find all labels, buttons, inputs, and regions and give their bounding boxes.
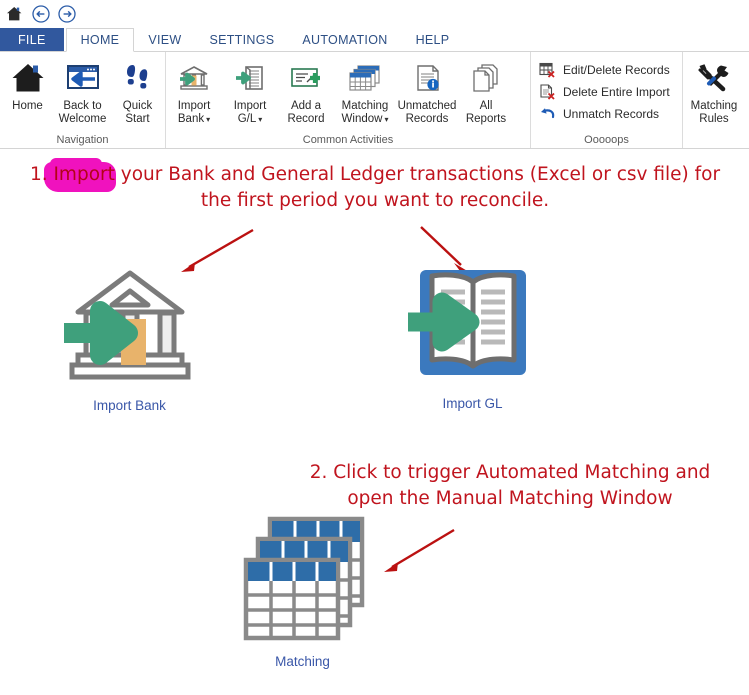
- ribbon-button-import-gl[interactable]: Import G/L ▾: [222, 55, 278, 126]
- back-icon[interactable]: [31, 4, 50, 23]
- add-record-icon: [289, 58, 323, 98]
- ribbon-tab-strip: FILE HOME VIEW SETTINGS AUTOMATION HELP: [0, 28, 749, 52]
- all-reports-icon: [470, 58, 502, 98]
- matching-window-icon: [348, 58, 382, 98]
- ribbon-group-ooooops-title: Ooooops: [584, 134, 629, 146]
- ribbon-button-add-a-record-label: Add a: [290, 100, 322, 112]
- stacked-tables-icon: [238, 515, 368, 648]
- ribbon-group-ooooops: Edit/Delete Records Delete Entire Import: [530, 52, 682, 148]
- import-gl-tile[interactable]: Import GL: [405, 260, 540, 411]
- chevron-down-icon[interactable]: ▾: [384, 115, 388, 124]
- ribbon-button-unmatched-records[interactable]: Unmatched Records: [396, 55, 458, 125]
- ribbon-button-all-reports-label: All: [479, 100, 493, 112]
- tab-help-label: HELP: [415, 33, 450, 47]
- open-book-icon: [407, 260, 538, 390]
- home-icon[interactable]: [5, 4, 24, 23]
- ribbon-button-matching-rules-label: Matching: [690, 100, 738, 112]
- ribbon-button-quick-start-label2: Start: [125, 112, 150, 125]
- ribbon-button-import-bank-label2: Bank: [177, 112, 205, 125]
- matching-tile-label: Matching: [275, 654, 330, 669]
- ribbon-button-import-bank-label: Import: [177, 100, 211, 112]
- tab-view-label: VIEW: [148, 33, 182, 47]
- ribbon-button-delete-entire-import[interactable]: Delete Entire Import: [539, 81, 674, 103]
- import-gl-tile-label: Import GL: [442, 396, 503, 411]
- application-window: FILE HOME VIEW SETTINGS AUTOMATION HELP …: [0, 0, 749, 695]
- ribbon-group-navigation-title: Navigation: [56, 134, 109, 146]
- ribbon-group-navigation: Home Back to Welcome Quick Start Navigat…: [0, 52, 165, 148]
- unmatched-records-icon: [411, 58, 443, 98]
- tab-home[interactable]: HOME: [65, 28, 135, 52]
- ribbon-button-back-to-welcome-label: Back to: [63, 100, 102, 112]
- ribbon-button-unmatch-records-label: Unmatch Records: [563, 107, 660, 121]
- ribbon-button-unmatched-records-label: Unmatched: [397, 100, 457, 112]
- ribbon-button-unmatched-records-label2: Records: [405, 112, 449, 125]
- tab-settings[interactable]: SETTINGS: [195, 28, 288, 52]
- ribbon-group-matching-rules-title: [683, 146, 748, 147]
- tools-icon: [696, 58, 732, 98]
- ribbon-button-delete-entire-import-label: Delete Entire Import: [563, 85, 670, 99]
- ribbon-button-matching-window-label2: Window: [341, 112, 383, 125]
- chevron-down-icon[interactable]: ▾: [258, 115, 262, 124]
- import-bank-tile[interactable]: Import Bank: [62, 255, 197, 413]
- tab-view[interactable]: VIEW: [134, 28, 195, 52]
- tab-automation-label: AUTOMATION: [302, 33, 388, 47]
- ledger-import-icon: [233, 58, 267, 98]
- ribbon-button-matching-window-label: Matching: [341, 100, 389, 112]
- ribbon-button-add-a-record-label2: Record: [287, 112, 325, 125]
- tab-file-label: FILE: [18, 33, 46, 47]
- arrow-to-matching-icon: [384, 528, 455, 572]
- ribbon-button-matching-window[interactable]: Matching Window ▾: [334, 55, 396, 126]
- ribbon-button-quick-start[interactable]: Quick Start: [110, 55, 165, 125]
- ribbon-button-matching-rules[interactable]: Matching Rules: [683, 55, 745, 125]
- ribbon-button-all-reports[interactable]: All Reports: [458, 55, 514, 125]
- chevron-down-icon[interactable]: ▾: [206, 115, 210, 124]
- matching-tile[interactable]: Matching: [235, 515, 370, 669]
- ribbon-button-import-gl-label2: G/L: [237, 112, 257, 125]
- bank-building-icon: [63, 255, 196, 392]
- ribbon-button-home-label: Home: [12, 100, 43, 112]
- forward-icon[interactable]: [57, 4, 76, 23]
- import-bank-tile-label: Import Bank: [93, 398, 166, 413]
- ribbon-button-edit-delete-records[interactable]: Edit/Delete Records: [539, 59, 674, 81]
- tab-file[interactable]: FILE: [0, 28, 64, 52]
- ribbon-button-quick-start-label: Quick: [122, 100, 153, 112]
- undo-icon: [539, 106, 556, 123]
- ribbon-button-import-bank[interactable]: Import Bank ▾: [166, 55, 222, 126]
- tab-automation[interactable]: AUTOMATION: [288, 28, 401, 52]
- ribbon-button-matching-rules-label2: Rules: [699, 112, 729, 125]
- tab-home-label: HOME: [80, 33, 120, 47]
- footprints-icon: [123, 58, 153, 98]
- step-1-instruction: 1. Import your Bank and General Ledger t…: [29, 164, 721, 211]
- welcome-canvas: 1. Import your Bank and General Ledger t…: [0, 150, 749, 695]
- quick-access-toolbar: [0, 0, 749, 27]
- delete-entire-import-icon: [539, 84, 556, 101]
- bank-import-icon: [177, 58, 211, 98]
- ribbon-button-home[interactable]: Home: [0, 55, 55, 113]
- ribbon-group-matching-rules: Matching Rules: [682, 52, 748, 148]
- back-to-welcome-icon: [65, 58, 101, 98]
- step-2-instruction: 2. Click to trigger Automated Matching a…: [309, 462, 711, 509]
- ribbon-button-import-gl-label: Import: [233, 100, 267, 112]
- ribbon-button-back-to-welcome[interactable]: Back to Welcome: [55, 55, 110, 125]
- ribbon-button-unmatch-records[interactable]: Unmatch Records: [539, 103, 674, 125]
- tab-settings-label: SETTINGS: [209, 33, 275, 47]
- edit-delete-records-icon: [539, 62, 556, 79]
- ribbon-button-add-a-record[interactable]: Add a Record: [278, 55, 334, 125]
- magenta-highlight-annotation: [44, 158, 116, 192]
- ribbon-group-common-activities-title: Common Activities: [302, 134, 394, 146]
- ribbon-button-edit-delete-records-label: Edit/Delete Records: [563, 63, 670, 77]
- tab-help[interactable]: HELP: [402, 28, 464, 52]
- ribbon-button-all-reports-label2: Reports: [465, 112, 507, 125]
- ribbon: Home Back to Welcome Quick Start Navigat…: [0, 51, 749, 149]
- ribbon-group-common-activities: Import Bank ▾ Import G/L ▾ Add a Record …: [165, 52, 530, 148]
- ribbon-button-back-to-welcome-label2: Welcome: [58, 112, 107, 125]
- home-icon: [11, 58, 45, 98]
